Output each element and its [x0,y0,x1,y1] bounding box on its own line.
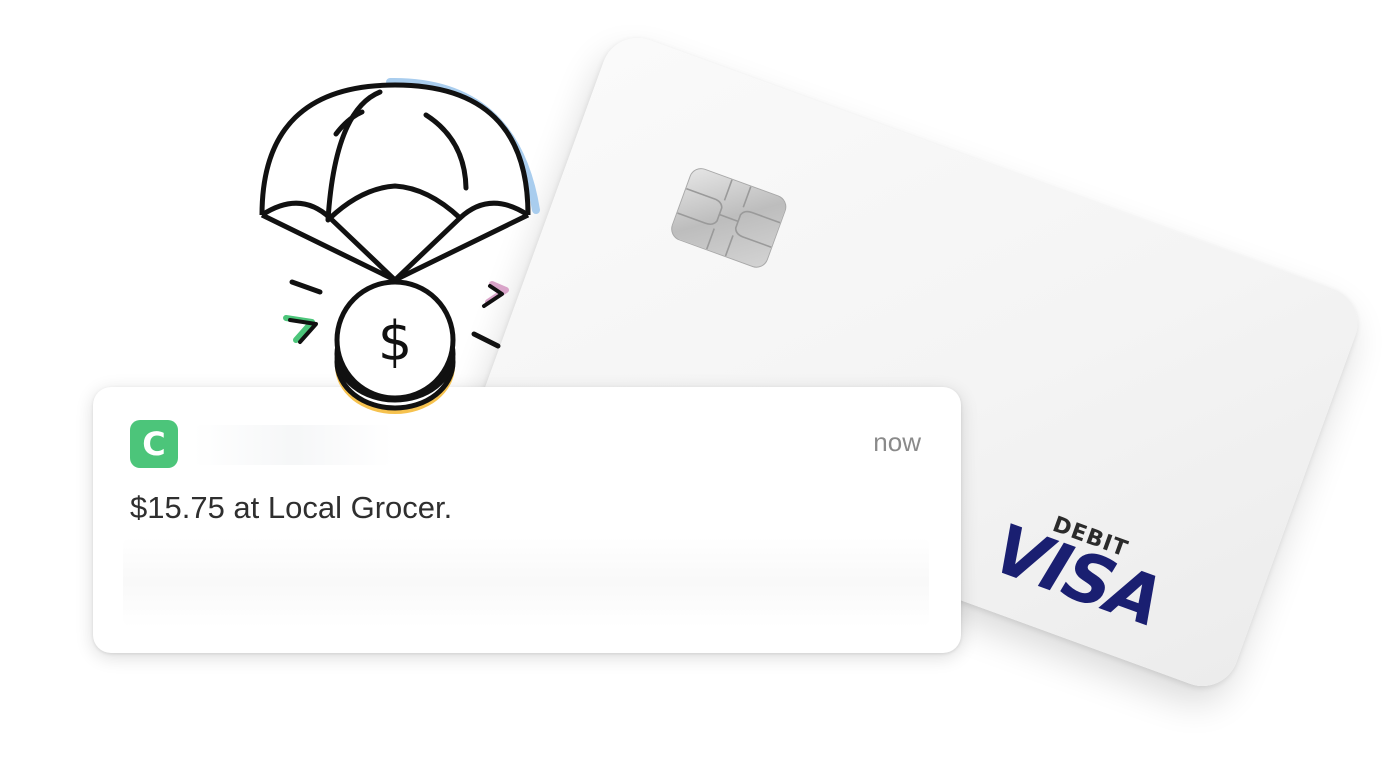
notification-message: $15.75 at Local Grocer. [130,490,453,525]
card-chip-icon [667,164,790,272]
promo-scene: DEBIT VISA C now $15.75 at Local Grocer. [0,0,1400,772]
notification-timestamp: now [873,427,921,457]
app-icon: C [130,420,178,468]
coin-dollar-sign: $ [378,310,412,373]
notification-body-placeholder [123,537,929,627]
parachute-money-icon: $ [240,70,560,440]
parachute-illustration: $ [259,77,540,414]
